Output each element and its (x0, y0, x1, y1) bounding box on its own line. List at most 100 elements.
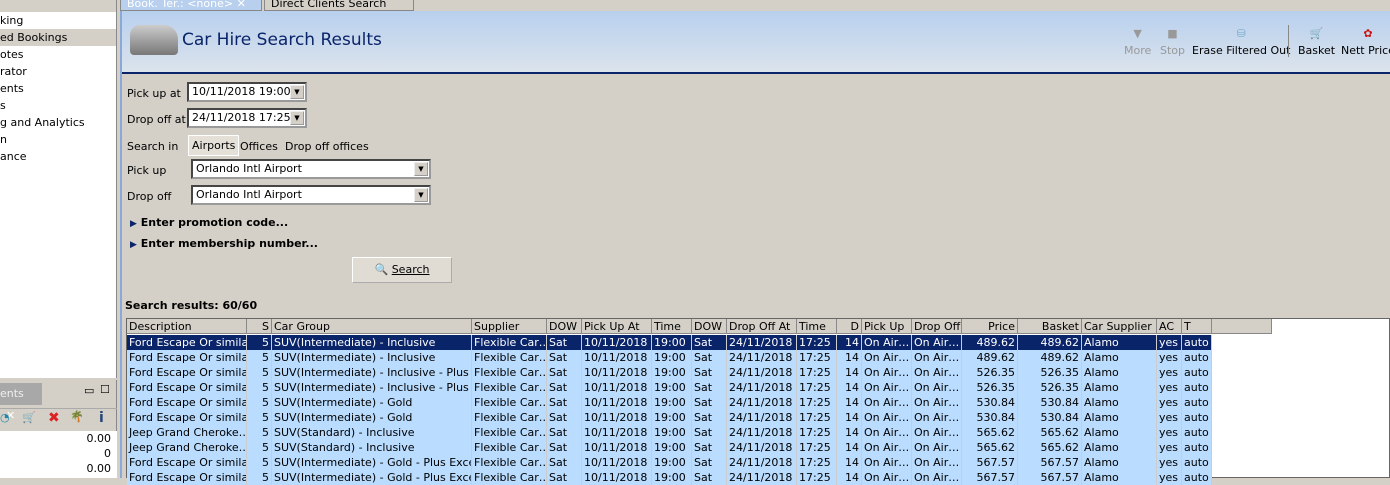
table-cell: 14 (837, 455, 862, 470)
label: Search (391, 263, 430, 276)
search-button[interactable]: 🔍 Search (352, 257, 452, 283)
column-header[interactable]: Supplier (472, 319, 547, 334)
table-cell: Ford Escape Or simila… (127, 335, 247, 350)
dropoff-location-select[interactable]: Orlando Intl Airport ▼ (191, 185, 431, 205)
table-cell: 5 (247, 365, 272, 380)
clock-icon[interactable]: ◔ (0, 411, 10, 424)
chevron-down-icon[interactable]: ▼ (414, 188, 428, 202)
delete-icon[interactable]: ✖ (48, 410, 60, 426)
table-cell: 17:25 (797, 395, 837, 410)
table-cell: 24/11/2018 (727, 380, 797, 395)
column-header[interactable]: DOW (547, 319, 582, 334)
more-button[interactable]: ▼ More (1124, 27, 1151, 57)
drop-off-offices-toggle[interactable]: Drop off offices (285, 140, 369, 153)
dropoff-at-field[interactable]: 24/11/2018 17:25 ▼ (187, 108, 307, 128)
nav-item[interactable]: king (0, 12, 116, 29)
column-header[interactable]: Car Group (272, 319, 472, 334)
summary-panel: ents ✕ ▭ ☐ ◔ 🛒 ✖ 🌴 i 0.00 0 0.00 (0, 380, 117, 478)
bin-icon: ⛁ (1236, 27, 1246, 40)
table-cell: On Air… (912, 365, 962, 380)
pickup-location-select[interactable]: Orlando Intl Airport ▼ (191, 159, 431, 179)
membership-number-expander[interactable]: ▶ Enter membership number... (130, 237, 318, 250)
erase-filtered-out-button[interactable]: ⛁ Erase Filtered Out (1192, 27, 1290, 57)
promotion-code-expander[interactable]: ▶ Enter promotion code... (130, 216, 288, 229)
nett-price-button[interactable]: ✿ Nett Price (1341, 27, 1390, 57)
nav-item[interactable]: g and Analytics (0, 114, 116, 131)
table-cell: auto (1182, 410, 1212, 425)
label: Erase Filtered Out (1192, 44, 1291, 57)
table-cell: 24/11/2018 (727, 410, 797, 425)
panel-toolbar: ◔ 🛒 ✖ 🌴 i (0, 408, 117, 430)
nav-item[interactable]: rator (0, 63, 116, 80)
column-header[interactable]: T (1182, 319, 1212, 334)
chevron-down-icon[interactable]: ▼ (414, 162, 428, 176)
basket-add-icon[interactable]: 🛒 (22, 411, 36, 424)
table-cell: auto (1182, 380, 1212, 395)
table-cell: On Air… (912, 455, 962, 470)
table-cell: On Air… (912, 380, 962, 395)
pickup-at-field[interactable]: 10/11/2018 19:00 ▼ (187, 82, 307, 102)
table-cell: 5 (247, 425, 272, 440)
table-cell: 14 (837, 335, 862, 350)
column-header[interactable]: Description (127, 319, 247, 334)
value: 24/11/2018 17:25 (192, 111, 291, 124)
money-icon: ✿ (1363, 27, 1373, 40)
table-cell: Alamo (1082, 365, 1157, 380)
nav-item[interactable]: ance (0, 148, 116, 165)
label: Enter promotion code... (140, 216, 289, 229)
info-icon[interactable]: i (99, 410, 104, 426)
basket-button[interactable]: 🛒 Basket (1298, 27, 1335, 57)
table-cell: SUV(Intermediate) - Inclusive - Plus E… (272, 380, 472, 395)
airports-toggle[interactable]: Airports (188, 135, 240, 156)
nav-item[interactable]: otes (0, 46, 116, 63)
column-header[interactable]: Time (652, 319, 692, 334)
stop-button[interactable]: ■ Stop (1160, 27, 1185, 57)
column-header[interactable]: Drop Off At (727, 319, 797, 334)
column-header[interactable]: Price (962, 319, 1018, 334)
table-cell: 5 (247, 455, 272, 470)
table-cell: Sat (547, 440, 582, 455)
table-cell: Ford Escape Or simila… (127, 395, 247, 410)
minimize-icon[interactable]: ▭ (84, 384, 94, 397)
chevron-down-icon[interactable]: ▼ (290, 85, 304, 99)
tab-booking[interactable]: Book. Ter.: <none> ✕ (120, 0, 262, 11)
table-cell: Jeep Grand Cheroke… (127, 425, 247, 440)
table-cell: 10/11/2018 (582, 425, 652, 440)
column-header[interactable]: Basket (1018, 319, 1082, 334)
column-header[interactable]: S (247, 319, 272, 334)
table-cell: Flexible Car… (472, 425, 547, 440)
table-cell: 565.62 (1018, 425, 1082, 440)
nav-item[interactable]: ed Bookings (0, 29, 116, 46)
table-cell: Ford Escape Or simila… (127, 350, 247, 365)
column-header[interactable]: Drop Off (912, 319, 962, 334)
summary-value: 0 (104, 447, 111, 460)
table-cell: auto (1182, 335, 1212, 350)
label: Basket (1298, 44, 1336, 57)
column-header[interactable]: Pick Up (862, 319, 912, 334)
column-header[interactable]: Pick Up At (582, 319, 652, 334)
offices-toggle[interactable]: Offices (240, 140, 278, 153)
maximize-icon[interactable]: ☐ (100, 383, 110, 396)
tab-direct-clients-search[interactable]: Direct Clients Search (264, 0, 414, 11)
nav-item[interactable]: ents (0, 80, 116, 97)
table-cell: 14 (837, 365, 862, 380)
navigation-panel: king ed Bookings otes rator ents s g and Analy… (0, 0, 117, 378)
table-cell: yes (1157, 455, 1182, 470)
nav-item[interactable]: s (0, 97, 116, 114)
column-header[interactable]: Car Supplier (1082, 319, 1157, 334)
table-cell: On Air… (862, 335, 912, 350)
table-cell: 10/11/2018 (582, 380, 652, 395)
nav-item[interactable]: n (0, 131, 116, 148)
column-header[interactable]: AC (1157, 319, 1182, 334)
table-cell: Sat (692, 440, 727, 455)
pickup-label: Pick up (127, 164, 167, 177)
chevron-down-icon[interactable]: ▼ (290, 111, 304, 125)
summary-value: 0.00 (86, 462, 112, 475)
column-header[interactable]: DOW (692, 319, 727, 334)
table-cell: 24/11/2018 (727, 395, 797, 410)
palm-tree-icon[interactable]: 🌴 (70, 410, 84, 423)
column-header[interactable]: Time (797, 319, 837, 334)
panel-tab[interactable]: ents ✕ (0, 383, 42, 422)
column-header[interactable]: D (837, 319, 862, 334)
table-cell: Jeep Grand Cheroke… (127, 440, 247, 455)
